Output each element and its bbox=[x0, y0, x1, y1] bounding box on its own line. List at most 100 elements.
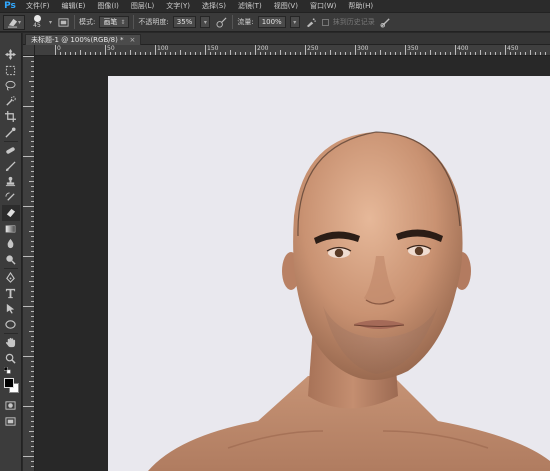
ruler-tick bbox=[31, 336, 34, 337]
path-selection-tool[interactable] bbox=[2, 301, 20, 317]
menu-edit[interactable]: 编辑(E) bbox=[56, 1, 92, 11]
menu-view[interactable]: 视图(V) bbox=[268, 1, 304, 11]
ruler-tick bbox=[475, 52, 476, 55]
pen-pressure-icon bbox=[216, 16, 227, 28]
eyedropper-tool[interactable] bbox=[2, 125, 20, 141]
screen-mode-button[interactable] bbox=[2, 414, 20, 430]
ruler-tick bbox=[31, 216, 34, 217]
ruler-tick bbox=[540, 52, 541, 55]
menu-filter[interactable]: 滤镜(T) bbox=[232, 1, 268, 11]
ruler-tick bbox=[31, 176, 34, 177]
menu-window[interactable]: 窗口(W) bbox=[304, 1, 342, 11]
menu-help[interactable]: 帮助(H) bbox=[342, 1, 379, 11]
document-tab[interactable]: 未标题-1 @ 100%(RGB/8) * × bbox=[25, 34, 142, 45]
ruler-tick bbox=[340, 52, 341, 55]
ruler-tick bbox=[445, 52, 446, 55]
ruler-tick bbox=[405, 45, 406, 55]
menu-bar: Ps 文件(F) 编辑(E) 图像(I) 图层(L) 文字(Y) 选择(S) 滤… bbox=[0, 0, 550, 12]
clone-stamp-tool[interactable] bbox=[2, 174, 20, 190]
menu-type[interactable]: 文字(Y) bbox=[160, 1, 196, 11]
brush-tool[interactable] bbox=[2, 159, 20, 175]
ruler-tick bbox=[31, 271, 34, 272]
move-tool[interactable] bbox=[2, 47, 20, 63]
menu-image[interactable]: 图像(I) bbox=[91, 1, 125, 11]
eraser-tool[interactable] bbox=[1, 205, 20, 221]
brush-panel-icon bbox=[57, 17, 69, 27]
ruler-tick bbox=[31, 96, 34, 97]
gradient-tool[interactable] bbox=[2, 221, 20, 237]
ruler-tick bbox=[485, 52, 486, 55]
ruler-tick bbox=[450, 52, 451, 55]
ruler-tick bbox=[31, 241, 34, 242]
history-brush-tool[interactable] bbox=[2, 190, 20, 206]
type-tool[interactable] bbox=[2, 286, 20, 302]
ruler-tick bbox=[335, 52, 336, 55]
foreground-color-swatch[interactable] bbox=[3, 378, 14, 388]
ruler-tick bbox=[31, 101, 34, 102]
ruler-tick bbox=[470, 52, 471, 55]
ruler-tick bbox=[215, 52, 216, 55]
ruler-tick bbox=[255, 45, 256, 55]
ruler-tick bbox=[200, 52, 201, 55]
quick-select-tool[interactable] bbox=[2, 94, 20, 110]
ruler-tick bbox=[31, 326, 34, 327]
ruler-tick bbox=[455, 45, 456, 55]
hand-tool[interactable] bbox=[2, 335, 20, 351]
mode-label: 模式: bbox=[79, 18, 96, 26]
ruler-label: 0 bbox=[57, 45, 61, 52]
ruler-tick bbox=[180, 50, 181, 55]
mode-select[interactable]: 画笔 ⇕ bbox=[99, 16, 130, 28]
right-iris bbox=[414, 246, 424, 256]
menu-select[interactable]: 选择(S) bbox=[196, 1, 232, 11]
ruler-tick bbox=[31, 416, 34, 417]
tool-preset-picker[interactable]: ▾ bbox=[3, 14, 25, 30]
pen-tool[interactable] bbox=[2, 270, 20, 286]
ruler-tick bbox=[190, 52, 191, 55]
ruler-tick bbox=[31, 221, 34, 222]
marquee-tool[interactable] bbox=[2, 63, 20, 79]
vertical-ruler[interactable] bbox=[23, 56, 35, 471]
menu-layer[interactable]: 图层(L) bbox=[125, 1, 160, 11]
ruler-tick bbox=[460, 52, 461, 55]
portrait-photo bbox=[108, 76, 550, 471]
opacity-input[interactable]: 35% bbox=[172, 16, 197, 28]
chevron-down-icon[interactable]: ▾ bbox=[49, 19, 52, 26]
document-area: 未标题-1 @ 100%(RGB/8) * × 0 50 100 150 200 250 3… bbox=[23, 33, 550, 471]
ruler-tick bbox=[95, 52, 96, 55]
opacity-slider-toggle[interactable]: ▾ bbox=[200, 16, 211, 28]
ellipse-tool[interactable] bbox=[2, 317, 20, 333]
ruler-tick bbox=[375, 52, 376, 55]
ruler-tick bbox=[29, 381, 34, 382]
quick-mask-button[interactable] bbox=[2, 398, 20, 414]
healing-brush-tool[interactable] bbox=[2, 143, 20, 159]
ruler-tick bbox=[315, 52, 316, 55]
ruler-tick bbox=[425, 52, 426, 55]
ruler-tick bbox=[65, 52, 66, 55]
ruler-tick bbox=[170, 52, 171, 55]
ruler-tick bbox=[235, 52, 236, 55]
menu-file[interactable]: 文件(F) bbox=[20, 1, 56, 11]
ruler-origin[interactable] bbox=[23, 45, 35, 56]
airbrush-toggle[interactable] bbox=[304, 15, 318, 29]
ruler-tick bbox=[435, 52, 436, 55]
flow-slider-toggle[interactable]: ▾ bbox=[289, 16, 300, 28]
default-colors-button[interactable] bbox=[2, 366, 20, 374]
brush-panel-toggle[interactable] bbox=[56, 15, 70, 29]
horizontal-ruler[interactable]: 050100150200250300350400450500 bbox=[35, 45, 550, 56]
blur-tool[interactable] bbox=[2, 236, 20, 252]
close-icon[interactable]: × bbox=[130, 36, 136, 44]
pressure-opacity-toggle[interactable] bbox=[214, 15, 228, 29]
ruler-tick bbox=[31, 361, 34, 362]
document-canvas[interactable] bbox=[108, 76, 550, 471]
erase-history-checkbox[interactable] bbox=[321, 18, 329, 26]
crop-tool[interactable] bbox=[2, 109, 20, 125]
ruler-tick bbox=[430, 50, 431, 55]
brush-preset-picker[interactable]: 45 bbox=[29, 14, 45, 30]
zoom-tool[interactable] bbox=[2, 351, 20, 367]
flow-input[interactable]: 100% bbox=[257, 16, 286, 28]
ruler-tick bbox=[160, 52, 161, 55]
dodge-tool[interactable] bbox=[2, 252, 20, 268]
pressure-size-toggle[interactable] bbox=[379, 15, 393, 29]
ruler-tick bbox=[120, 52, 121, 55]
lasso-tool[interactable] bbox=[2, 78, 20, 94]
